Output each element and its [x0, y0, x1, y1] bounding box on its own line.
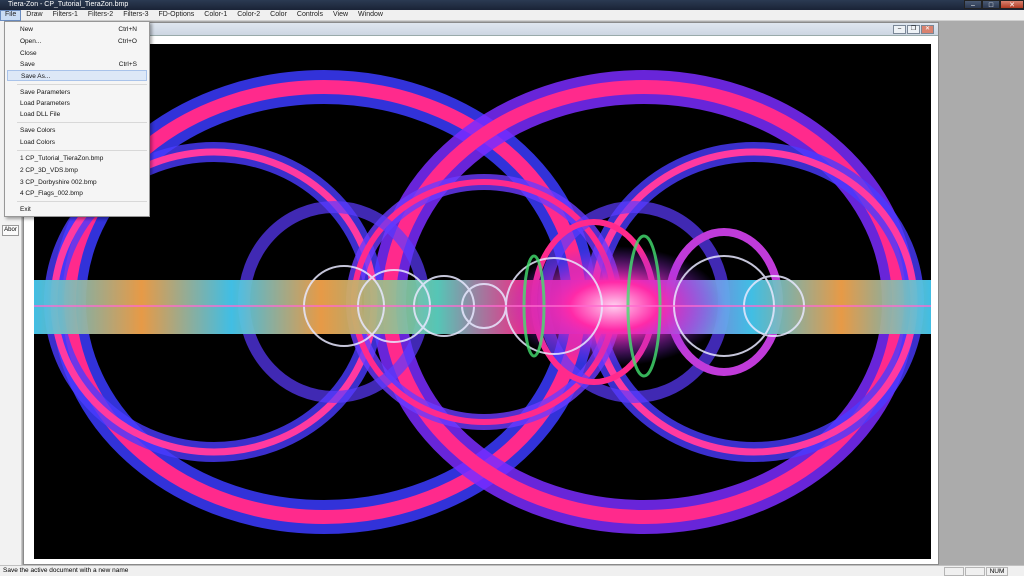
menu-item-new[interactable]: New Ctrl+N [7, 24, 147, 35]
menu-item-recent-3-label: 3 CP_Dorbyshire 002.bmp [20, 179, 97, 186]
menu-item-save-as[interactable]: Save As... [7, 70, 147, 81]
status-panel [965, 567, 985, 576]
minimize-icon[interactable]: – [964, 0, 982, 9]
maximize-icon[interactable]: □ [982, 0, 1000, 9]
menu-color-1[interactable]: Color-1 [199, 10, 232, 21]
menu-item-load-parameters-label: Load Parameters [20, 100, 70, 107]
fractal-image [34, 44, 931, 559]
window-controls: – □ ✕ [964, 0, 1024, 10]
menu-item-save-colors[interactable]: Save Colors [7, 125, 147, 136]
menu-item-load-colors-label: Load Colors [20, 139, 56, 146]
menu-item-load-dll-label: Load DLL File [20, 111, 61, 118]
menu-item-recent-1[interactable]: 1 CP_Tutorial_TieraZon.bmp [7, 153, 147, 164]
document-window: – ❐ ✕ [23, 22, 939, 565]
menu-item-save-shortcut: Ctrl+S [118, 61, 137, 68]
menu-separator [17, 201, 147, 202]
abort-button[interactable]: Abor [2, 225, 19, 236]
menu-bar: File Draw Filters-1 Filters-2 Filters-3 … [0, 10, 1024, 21]
num-lock-indicator: NUM [986, 567, 1008, 576]
document-restore-icon[interactable]: ❐ [907, 25, 920, 34]
menu-item-load-colors[interactable]: Load Colors [7, 137, 147, 148]
menu-filters-2[interactable]: Filters-2 [83, 10, 118, 21]
menu-file[interactable]: File [0, 10, 22, 21]
menu-item-save-label: Save [20, 61, 35, 68]
menu-item-save-parameters[interactable]: Save Parameters [7, 87, 147, 98]
title-bar: Tiera-Zon - CP_Tutorial_TieraZon.bmp – □… [0, 0, 1024, 10]
menu-item-save-parameters-label: Save Parameters [20, 89, 71, 96]
close-icon[interactable]: ✕ [1000, 0, 1024, 9]
menu-fd-options[interactable]: FD-Options [153, 10, 199, 21]
menu-separator [17, 150, 147, 151]
menu-item-open-shortcut: Ctrl+O [118, 38, 137, 45]
menu-color-2[interactable]: Color-2 [232, 10, 265, 21]
menu-item-new-shortcut: Ctrl+N [118, 26, 137, 33]
menu-filters-3[interactable]: Filters-3 [118, 10, 153, 21]
document-close-icon[interactable]: ✕ [921, 25, 934, 34]
status-message: Save the active document with a new name [3, 567, 129, 574]
menu-separator [17, 84, 147, 85]
fractal-canvas[interactable] [34, 44, 931, 559]
window-title: Tiera-Zon - CP_Tutorial_TieraZon.bmp [8, 1, 129, 8]
document-caption: – ❐ ✕ [24, 23, 938, 36]
menu-item-open-label: Open... [20, 38, 42, 45]
menu-item-open[interactable]: Open... Ctrl+O [7, 36, 147, 47]
menu-item-load-dll[interactable]: Load DLL File [7, 109, 147, 120]
menu-item-recent-4-label: 4 CP_Flags_002.bmp [20, 190, 83, 197]
menu-separator [17, 122, 147, 123]
menu-item-recent-3[interactable]: 3 CP_Dorbyshire 002.bmp [7, 177, 147, 188]
menu-item-save[interactable]: Save Ctrl+S [7, 59, 147, 70]
menu-item-close-label: Close [20, 50, 37, 57]
status-bar: Save the active document with a new name… [0, 565, 1024, 576]
menu-filters-1[interactable]: Filters-1 [48, 10, 83, 21]
document-minimize-icon[interactable]: – [893, 25, 906, 34]
menu-item-recent-2[interactable]: 2 CP_3D_VDS.bmp [7, 165, 147, 176]
menu-item-save-colors-label: Save Colors [20, 127, 56, 134]
menu-item-exit[interactable]: Exit [7, 204, 147, 215]
menu-item-save-as-label: Save As... [21, 73, 51, 80]
menu-item-close[interactable]: Close [7, 48, 147, 59]
menu-item-recent-2-label: 2 CP_3D_VDS.bmp [20, 167, 78, 174]
menu-item-recent-4[interactable]: 4 CP_Flags_002.bmp [7, 188, 147, 199]
menu-color[interactable]: Color [265, 10, 292, 21]
menu-item-exit-label: Exit [20, 206, 31, 213]
file-menu-dropdown: New Ctrl+N Open... Ctrl+O Close Save Ctrl+S… [4, 21, 150, 217]
document-controls: – ❐ ✕ [893, 25, 934, 34]
menu-controls[interactable]: Controls [292, 10, 328, 21]
menu-draw[interactable]: Draw [21, 10, 47, 21]
status-panel [944, 567, 964, 576]
menu-item-new-label: New [20, 26, 34, 33]
menu-window[interactable]: Window [353, 10, 388, 21]
menu-item-recent-1-label: 1 CP_Tutorial_TieraZon.bmp [20, 155, 104, 162]
menu-item-load-parameters[interactable]: Load Parameters [7, 98, 147, 109]
menu-view[interactable]: View [328, 10, 353, 21]
